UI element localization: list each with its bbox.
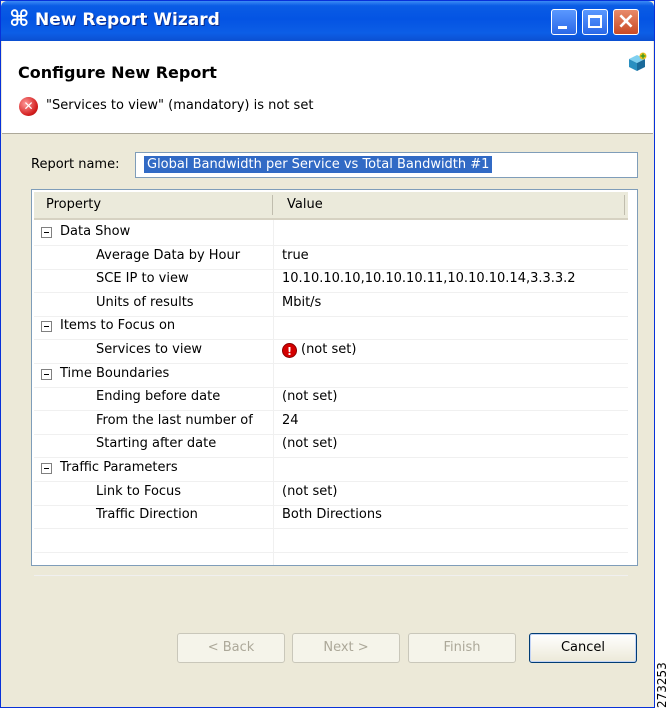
- table-row[interactable]: From the last number of 24: [34, 410, 628, 435]
- empty-row: [34, 528, 628, 553]
- property-value-cell[interactable]: Mbit/s: [282, 295, 321, 310]
- table-group-row[interactable]: Traffic Parameters: [34, 457, 628, 482]
- group-label: Time Boundaries: [60, 365, 170, 381]
- property-label: Link to Focus: [96, 483, 182, 499]
- table-group-row[interactable]: Time Boundaries: [34, 363, 628, 388]
- property-value-cell[interactable]: (not set): [282, 389, 337, 404]
- property-value-cell[interactable]: (not set): [282, 484, 337, 499]
- table-row[interactable]: Link to Focus (not set): [34, 481, 628, 506]
- cancel-button[interactable]: Cancel: [529, 633, 637, 663]
- error-icon: ✕: [19, 97, 38, 116]
- wizard-window: ⌘ New Report Wizard × Configure New Repo…: [0, 0, 655, 708]
- figure-code-text: 273253: [655, 662, 669, 708]
- property-value-cell[interactable]: true: [282, 248, 309, 263]
- table-group-row[interactable]: Items to Focus on: [34, 315, 628, 341]
- property-label: SCE IP to view: [96, 271, 189, 287]
- property-value: (not set): [282, 389, 338, 405]
- collapse-toggle-icon[interactable]: [41, 368, 52, 380]
- property-value: true: [282, 247, 309, 263]
- report-name-label: Report name:: [31, 157, 120, 172]
- window-title: New Report Wizard: [35, 10, 220, 30]
- column-divider[interactable]: [272, 195, 273, 215]
- property-label: From the last number of: [96, 412, 253, 428]
- table-row[interactable]: Units of results Mbit/s: [34, 292, 628, 317]
- table-row[interactable]: Average Data by Hour true: [34, 245, 628, 270]
- error-icon: !: [282, 343, 297, 358]
- property-value: Both Directions: [282, 507, 382, 523]
- report-cube-icon: [629, 52, 647, 71]
- property-label: Services to view: [96, 342, 203, 357]
- property-label: Starting after date: [96, 436, 217, 452]
- column-divider[interactable]: [624, 195, 625, 215]
- collapse-toggle-icon[interactable]: [41, 463, 52, 474]
- property-value: Mbit/s: [282, 294, 322, 310]
- property-label: Average Data by Hour: [96, 247, 241, 263]
- empty-row: [34, 551, 628, 577]
- collapse-toggle-icon[interactable]: [41, 227, 52, 238]
- property-label: Units of results: [96, 294, 194, 310]
- wizard-header: Configure New Report ✕ "Services to view…: [2, 41, 653, 134]
- property-value-cell[interactable]: 24: [282, 413, 299, 428]
- column-header-property[interactable]: Property: [46, 197, 101, 212]
- property-label: Traffic Direction: [96, 507, 198, 523]
- property-value: 10.10.10.10,10.10.10.11,10.10.10.14,3.3.…: [282, 271, 576, 287]
- next-button[interactable]: Next >: [292, 633, 400, 663]
- report-name-input[interactable]: Global Bandwidth per Service vs Total Ba…: [135, 152, 638, 178]
- finish-button[interactable]: Finish: [408, 633, 516, 663]
- property-label: Ending before date: [96, 389, 221, 405]
- property-value-cell[interactable]: Both Directions: [282, 507, 382, 522]
- table-row[interactable]: Ending before date (not set): [34, 386, 628, 412]
- table-row[interactable]: Traffic Direction Both Directions: [34, 504, 628, 530]
- collapse-toggle-icon[interactable]: [41, 321, 52, 333]
- report-name-value: Global Bandwidth per Service vs Total Ba…: [144, 156, 493, 173]
- table-row[interactable]: Starting after date (not set): [34, 433, 628, 459]
- property-value-cell[interactable]: (not set): [282, 436, 337, 451]
- back-button[interactable]: < Back: [177, 633, 285, 663]
- close-icon: ×: [616, 9, 636, 34]
- group-label: Items to Focus on: [60, 318, 176, 334]
- group-label: Traffic Parameters: [60, 460, 178, 475]
- property-value: (not set): [282, 436, 338, 452]
- minimize-button[interactable]: [551, 9, 577, 35]
- figure-code: 273253: [655, 662, 669, 708]
- title-bar[interactable]: ⌘ New Report Wizard ×: [1, 1, 654, 41]
- property-value: (not set): [282, 483, 338, 499]
- close-button[interactable]: ×: [613, 9, 639, 35]
- table-row[interactable]: Services to view! (not set): [34, 339, 628, 364]
- table-group-row[interactable]: Data Show: [34, 221, 628, 246]
- table-header: Property Value: [34, 192, 628, 220]
- maximize-icon: [588, 15, 602, 28]
- page-title: Configure New Report: [18, 63, 217, 82]
- property-value-cell[interactable]: 10.10.10.10,10.10.10.11,10.10.10.14,3.3.…: [282, 271, 576, 286]
- column-header-value[interactable]: Value: [287, 197, 323, 212]
- app-icon: ⌘: [9, 7, 30, 32]
- properties-table[interactable]: Property Value Data Show Average Data by …: [31, 189, 638, 577]
- minimize-icon: [558, 26, 567, 29]
- maximize-button[interactable]: [582, 9, 608, 35]
- table-row[interactable]: SCE IP to view 10.10.10.10,10.10.10.11,10…: [34, 268, 628, 294]
- error-message: "Services to view" (mandatory) is not se…: [46, 98, 314, 113]
- property-value: (not set): [301, 342, 357, 357]
- property-value-cell[interactable]: ! (not set): [282, 342, 356, 358]
- group-label: Data Show: [60, 224, 131, 239]
- property-value: 24: [282, 412, 299, 428]
